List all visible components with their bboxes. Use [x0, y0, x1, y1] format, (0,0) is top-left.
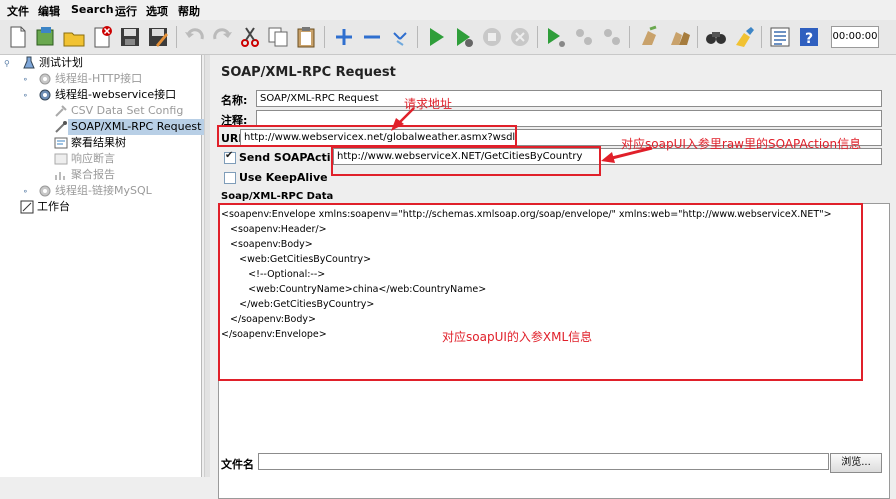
annotation-arrows [391, 107, 653, 163]
arrow-icon [601, 146, 653, 163]
arrow-icon [391, 107, 415, 131]
